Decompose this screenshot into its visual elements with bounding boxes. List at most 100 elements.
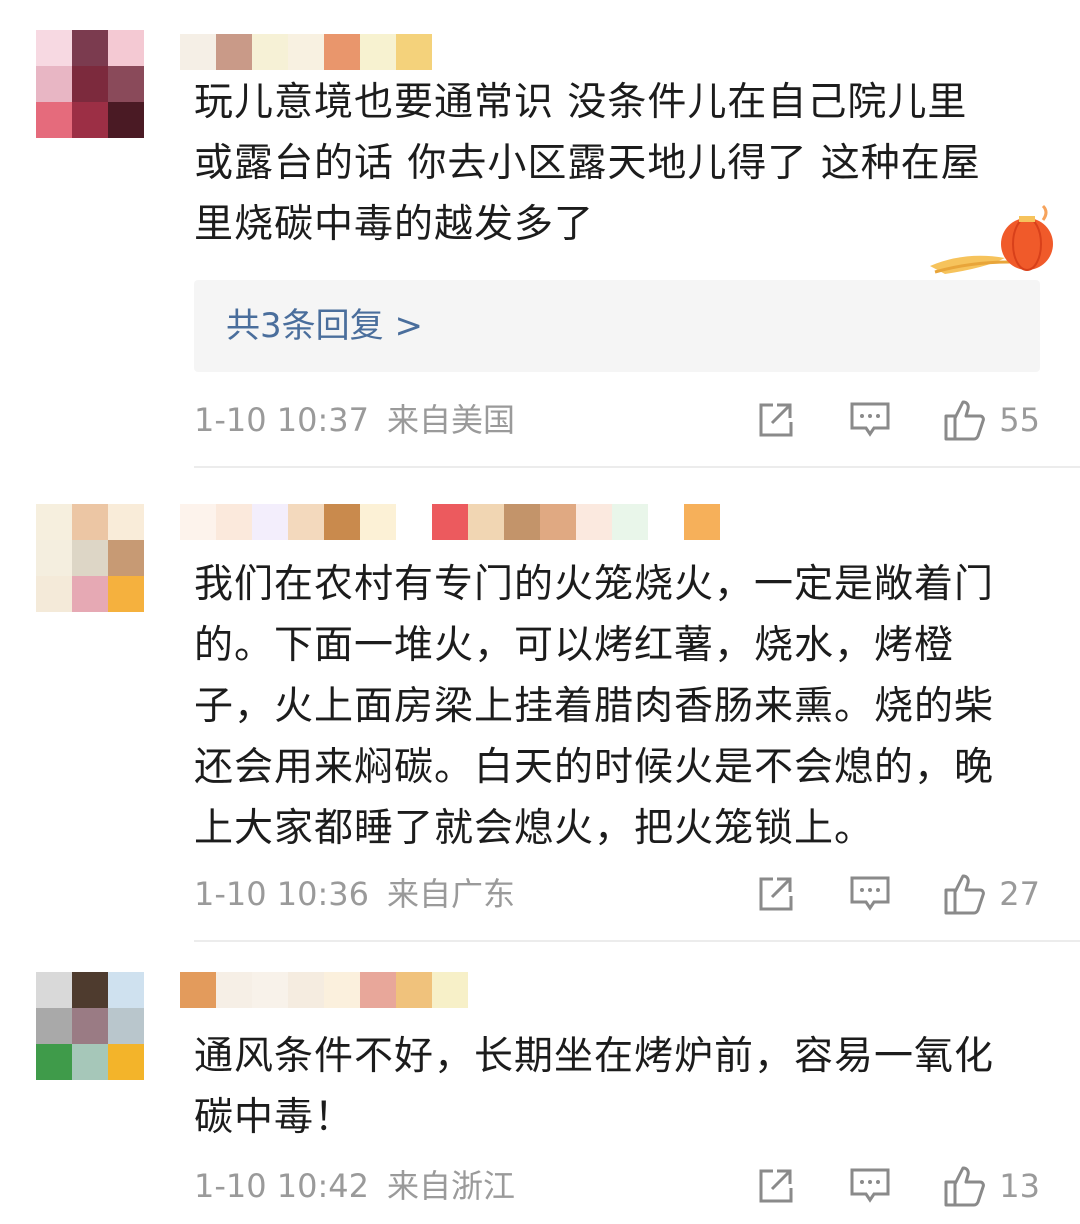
username-pixel — [432, 34, 468, 70]
avatar-pixel — [36, 102, 72, 138]
avatar-pixel — [36, 540, 72, 576]
username-pixel — [432, 972, 468, 1008]
lantern-decoration-icon — [930, 204, 1053, 274]
username-pixel — [324, 972, 360, 1008]
like-button[interactable]: 55 — [943, 398, 1040, 442]
avatar-pixel — [36, 504, 72, 540]
username-pixel — [288, 972, 324, 1008]
avatar-pixel — [36, 1044, 72, 1080]
timestamp: 1-10 10:42 — [194, 1167, 370, 1205]
avatar-pixel — [72, 972, 108, 1008]
avatar[interactable] — [36, 504, 144, 612]
username-pixel — [360, 972, 396, 1008]
username-blurred[interactable] — [180, 972, 468, 1008]
comment-actions: 55 — [755, 396, 1040, 444]
divider — [194, 940, 1080, 942]
thumbs-up-icon — [944, 874, 986, 915]
username-pixel — [432, 504, 468, 540]
forward-button[interactable] — [755, 874, 795, 914]
avatar-pixel — [72, 66, 108, 102]
like-button[interactable]: 27 — [943, 872, 1040, 916]
timestamp: 1-10 10:36 — [194, 875, 370, 913]
view-replies-link[interactable]: 共3条回复 > — [226, 280, 423, 372]
avatar-pixel — [36, 30, 72, 66]
username-pixel — [684, 504, 720, 540]
username-pixel — [576, 504, 612, 540]
like-button[interactable]: 13 — [943, 1164, 1040, 1208]
username-pixel — [360, 34, 396, 70]
username-pixel — [360, 504, 396, 540]
avatar-pixel — [72, 30, 108, 66]
avatar-pixel — [36, 1008, 72, 1044]
username-pixel — [396, 972, 432, 1008]
username-pixel — [324, 504, 360, 540]
username-pixel — [216, 34, 252, 70]
comment-button[interactable] — [849, 400, 891, 440]
like-count: 27 — [999, 875, 1040, 913]
username-pixel — [612, 504, 648, 540]
username-blurred[interactable] — [180, 34, 468, 70]
like-count: 13 — [999, 1167, 1040, 1205]
avatar-pixel — [36, 66, 72, 102]
username-pixel — [468, 504, 504, 540]
avatar-pixel — [72, 540, 108, 576]
avatar-pixel — [108, 504, 144, 540]
comment-icon — [850, 402, 890, 437]
username-pixel — [252, 34, 288, 70]
avatar[interactable] — [36, 30, 144, 138]
comment-button[interactable] — [849, 874, 891, 914]
username-pixel — [216, 972, 252, 1008]
username-pixel — [396, 34, 432, 70]
avatar-pixel — [108, 576, 144, 612]
username-pixel — [252, 972, 288, 1008]
share-icon — [759, 877, 793, 911]
username-pixel — [216, 504, 252, 540]
comment-actions: 27 — [755, 870, 1040, 918]
username-pixel — [252, 504, 288, 540]
username-pixel — [540, 504, 576, 540]
avatar-pixel — [72, 1044, 108, 1080]
comment-actions: 13 — [755, 1162, 1040, 1210]
like-count: 55 — [999, 401, 1040, 439]
avatar-pixel — [108, 30, 144, 66]
avatar-pixel — [72, 1008, 108, 1044]
avatar-pixel — [108, 1044, 144, 1080]
share-icon — [759, 1169, 793, 1203]
username-pixel — [180, 972, 216, 1008]
comment-meta: 1-10 10:42 来自浙江 — [194, 1162, 515, 1210]
location: 来自美国 — [387, 401, 516, 439]
avatar-pixel — [36, 972, 72, 1008]
location: 来自广东 — [387, 875, 516, 913]
avatar-pixel — [108, 1008, 144, 1044]
comment-button[interactable] — [849, 1166, 891, 1206]
username-blurred[interactable] — [180, 504, 720, 540]
forward-button[interactable] — [755, 400, 795, 440]
avatar[interactable] — [36, 972, 144, 1080]
location: 来自浙江 — [387, 1167, 516, 1205]
username-pixel — [324, 34, 360, 70]
thumbs-up-icon — [944, 400, 986, 441]
avatar-pixel — [108, 102, 144, 138]
username-pixel — [288, 504, 324, 540]
avatar-pixel — [108, 66, 144, 102]
comment-meta: 1-10 10:37 来自美国 — [194, 396, 515, 444]
comment-meta: 1-10 10:36 来自广东 — [194, 870, 515, 918]
share-icon — [759, 403, 793, 437]
forward-button[interactable] — [755, 1166, 795, 1206]
username-pixel — [180, 34, 216, 70]
avatar-pixel — [72, 576, 108, 612]
avatar-pixel — [108, 540, 144, 576]
comment-icon — [850, 1168, 890, 1203]
comment-icon — [850, 876, 890, 911]
username-pixel — [504, 504, 540, 540]
username-pixel — [396, 504, 432, 540]
avatar-pixel — [72, 504, 108, 540]
avatar-pixel — [36, 576, 72, 612]
username-pixel — [648, 504, 684, 540]
divider — [194, 466, 1080, 468]
timestamp: 1-10 10:37 — [194, 401, 370, 439]
reply-box: 共3条回复 > — [194, 280, 1040, 372]
comment-text: 通风条件不好，长期坐在烤炉前，容易一氧化 碳中毒！ — [194, 1034, 995, 1140]
username-pixel — [288, 34, 324, 70]
username-pixel — [180, 504, 216, 540]
